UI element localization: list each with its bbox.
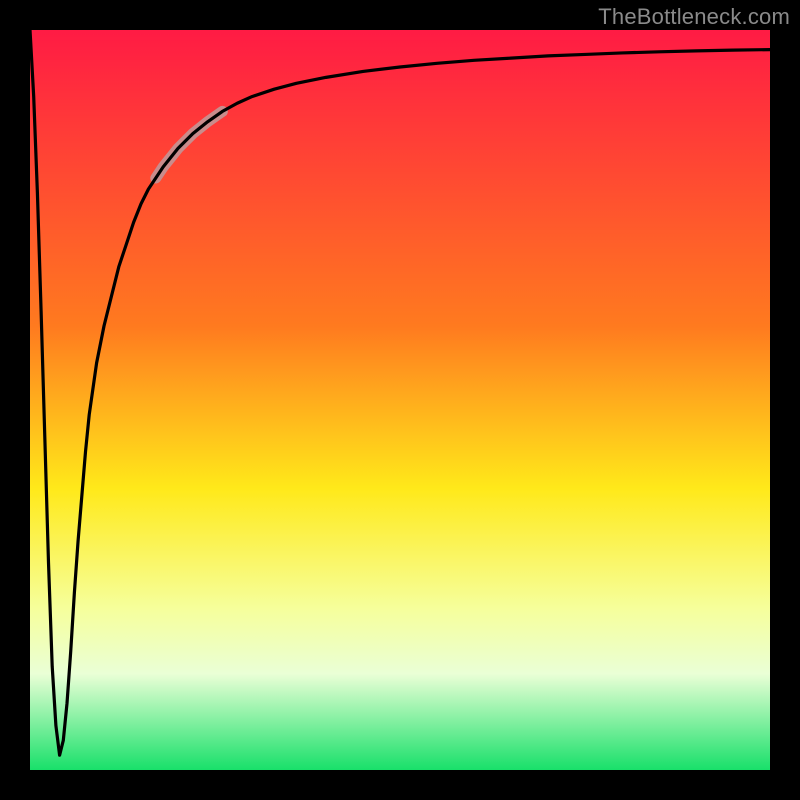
gradient-background <box>30 30 770 770</box>
chart-frame: TheBottleneck.com <box>0 0 800 800</box>
plot-area <box>30 30 770 770</box>
watermark-text: TheBottleneck.com <box>598 4 790 30</box>
chart-svg <box>30 30 770 770</box>
